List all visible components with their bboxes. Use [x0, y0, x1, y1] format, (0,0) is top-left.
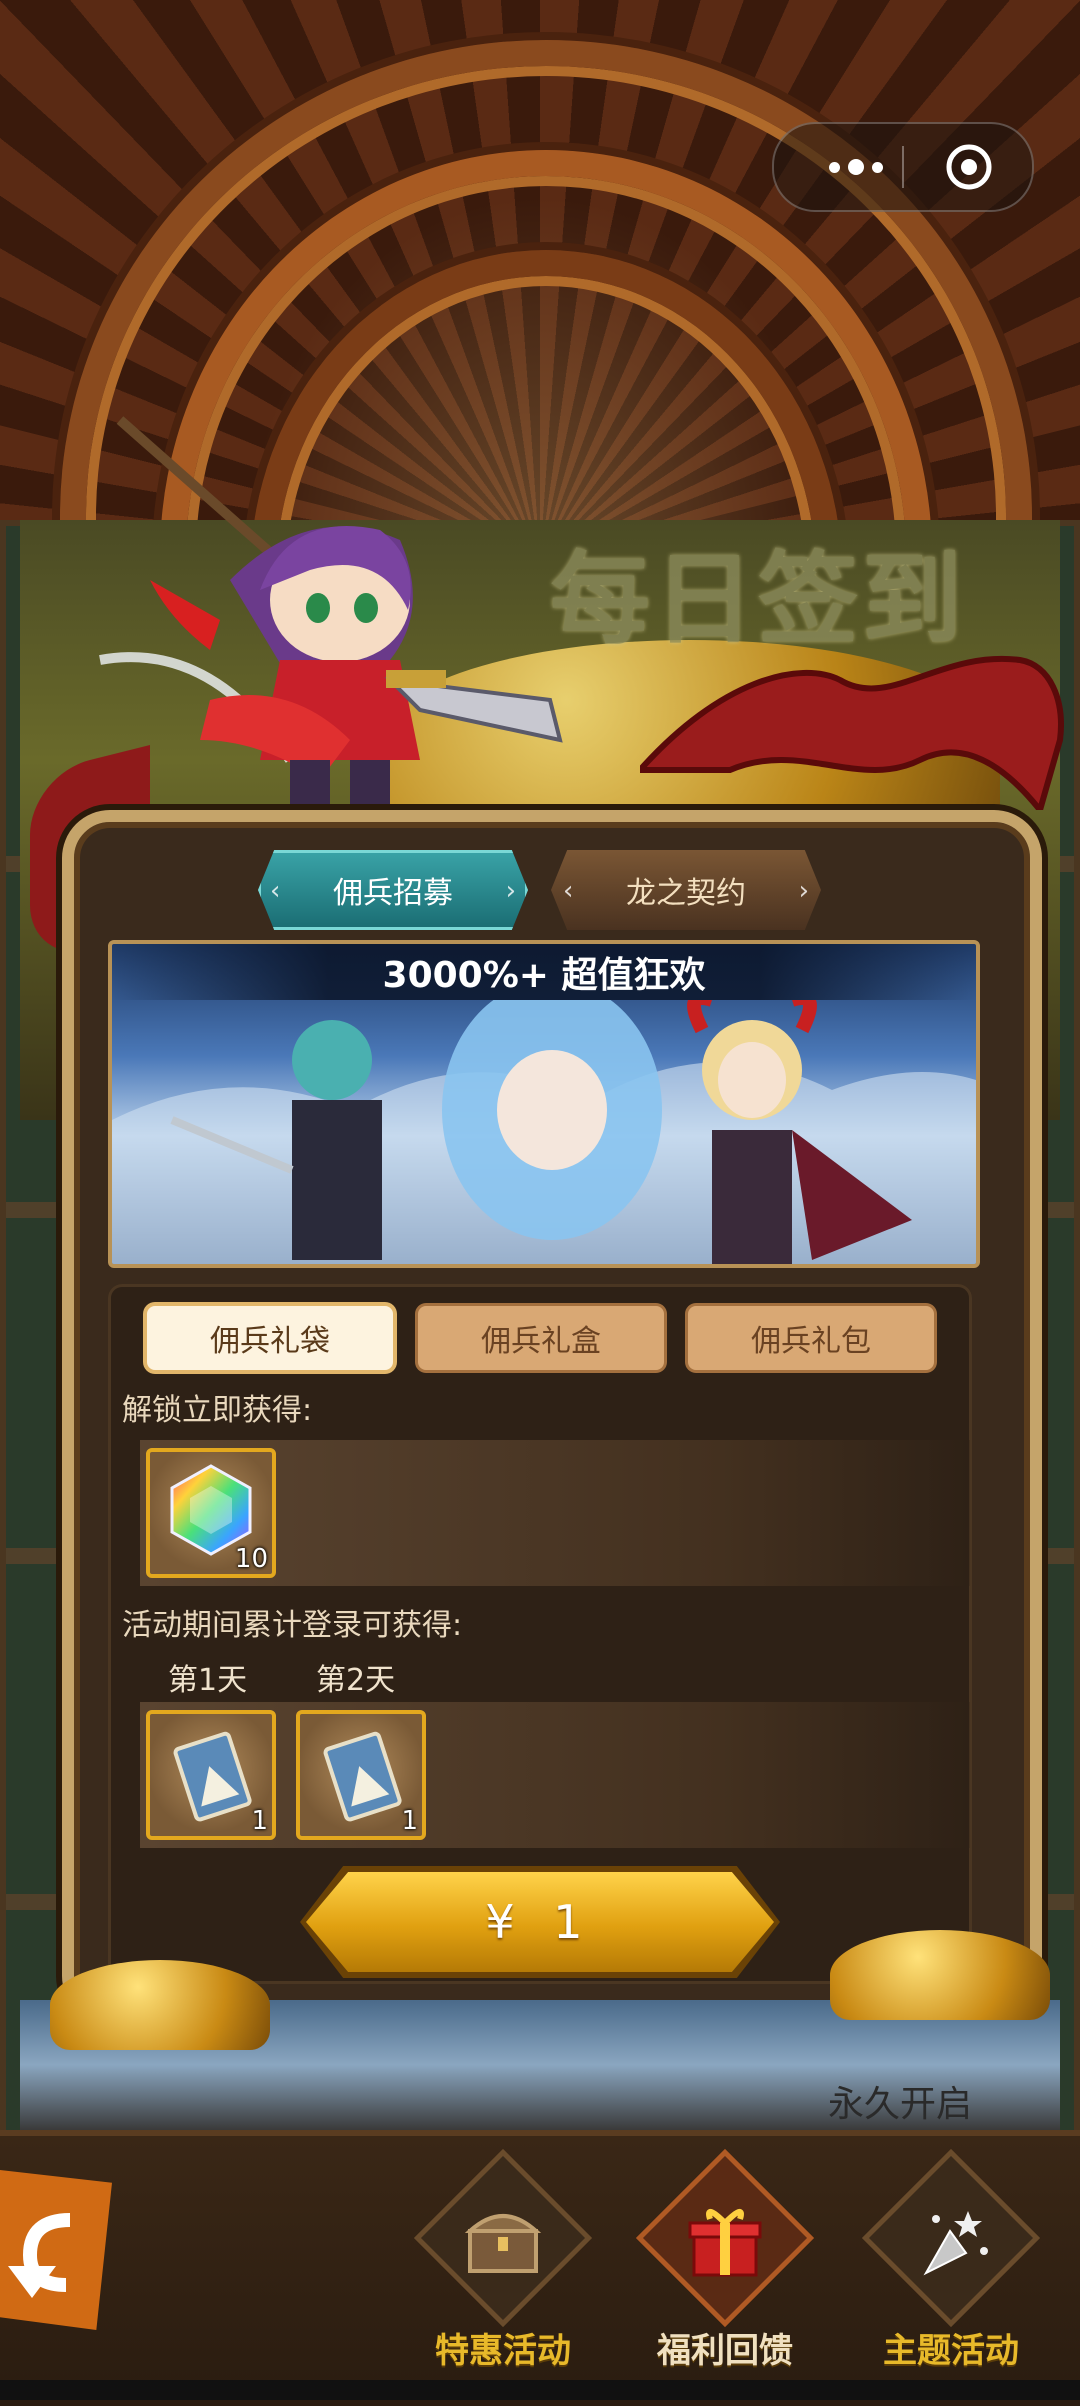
tab-dragon-contract[interactable]: ‹ 龙之契约 ›	[551, 850, 821, 930]
more-menu-icon[interactable]	[806, 142, 906, 192]
reward-item[interactable]: 1	[146, 1710, 276, 1840]
gift-box-icon	[688, 2209, 762, 2277]
nav-label: 主题活动	[883, 2331, 1019, 2371]
day-label: 第2天	[316, 1663, 396, 1698]
capsule-divider	[902, 146, 904, 188]
nav-label: 福利回馈	[657, 2331, 793, 2371]
party-popper-icon	[923, 2211, 988, 2276]
unlock-label: 解锁立即获得:	[122, 1393, 313, 1428]
gold-coin-pile	[50, 1960, 270, 2050]
option-mercenary-pack[interactable]: 佣兵礼包	[688, 1306, 934, 1370]
chevron-right-icon: ›	[798, 876, 809, 906]
nav-theme-events[interactable]: 主题活动	[861, 2148, 1041, 2375]
gold-coin-pile	[830, 1930, 1050, 2020]
nav-welfare-rewards[interactable]: 福利回馈	[635, 2148, 815, 2375]
nav-label: 特惠活动	[435, 2331, 571, 2371]
treasure-chest-icon	[464, 2214, 542, 2273]
back-arrow-icon	[8, 2213, 71, 2298]
day-label: 第1天	[168, 1663, 248, 1698]
reward-item[interactable]: 1	[296, 1710, 426, 1840]
chevron-left-icon: ‹	[563, 876, 574, 906]
duration-label: 永久开启	[828, 2084, 973, 2125]
item-quantity: 1	[251, 1806, 268, 1836]
miniprogram-capsule	[772, 122, 1034, 212]
chevron-left-icon: ‹	[270, 876, 281, 906]
swordswoman-character	[99, 416, 563, 830]
tab-label: 龙之契约	[626, 876, 746, 911]
chevron-right-icon: ›	[505, 876, 516, 906]
option-mercenary-box[interactable]: 佣兵礼盒	[418, 1306, 664, 1370]
nav-special-offers[interactable]: 特惠活动	[413, 2148, 593, 2375]
close-miniprogram-icon[interactable]	[944, 142, 994, 192]
promo-banner: 3000%+ 超值狂欢	[108, 940, 980, 1268]
mercenary-group-illustration	[112, 1000, 976, 1264]
tab-label: 佣兵招募	[333, 876, 453, 911]
promo-caption: 3000%+ 超值狂欢	[112, 944, 976, 1000]
purchase-button[interactable]: ¥ 1	[306, 1872, 774, 1972]
red-ribbon	[640, 655, 1064, 810]
back-button[interactable]	[0, 2170, 112, 2330]
reward-item[interactable]: 10	[146, 1448, 276, 1578]
system-navigation-bar	[0, 2380, 1080, 2400]
tab-mercenary-recruit[interactable]: ‹ 佣兵招募 ›	[258, 850, 528, 930]
item-quantity: 1	[401, 1806, 418, 1836]
item-quantity: 10	[234, 1544, 268, 1574]
option-mercenary-bag[interactable]: 佣兵礼袋	[147, 1306, 393, 1370]
login-rewards-label: 活动期间累计登录可获得:	[122, 1608, 463, 1643]
